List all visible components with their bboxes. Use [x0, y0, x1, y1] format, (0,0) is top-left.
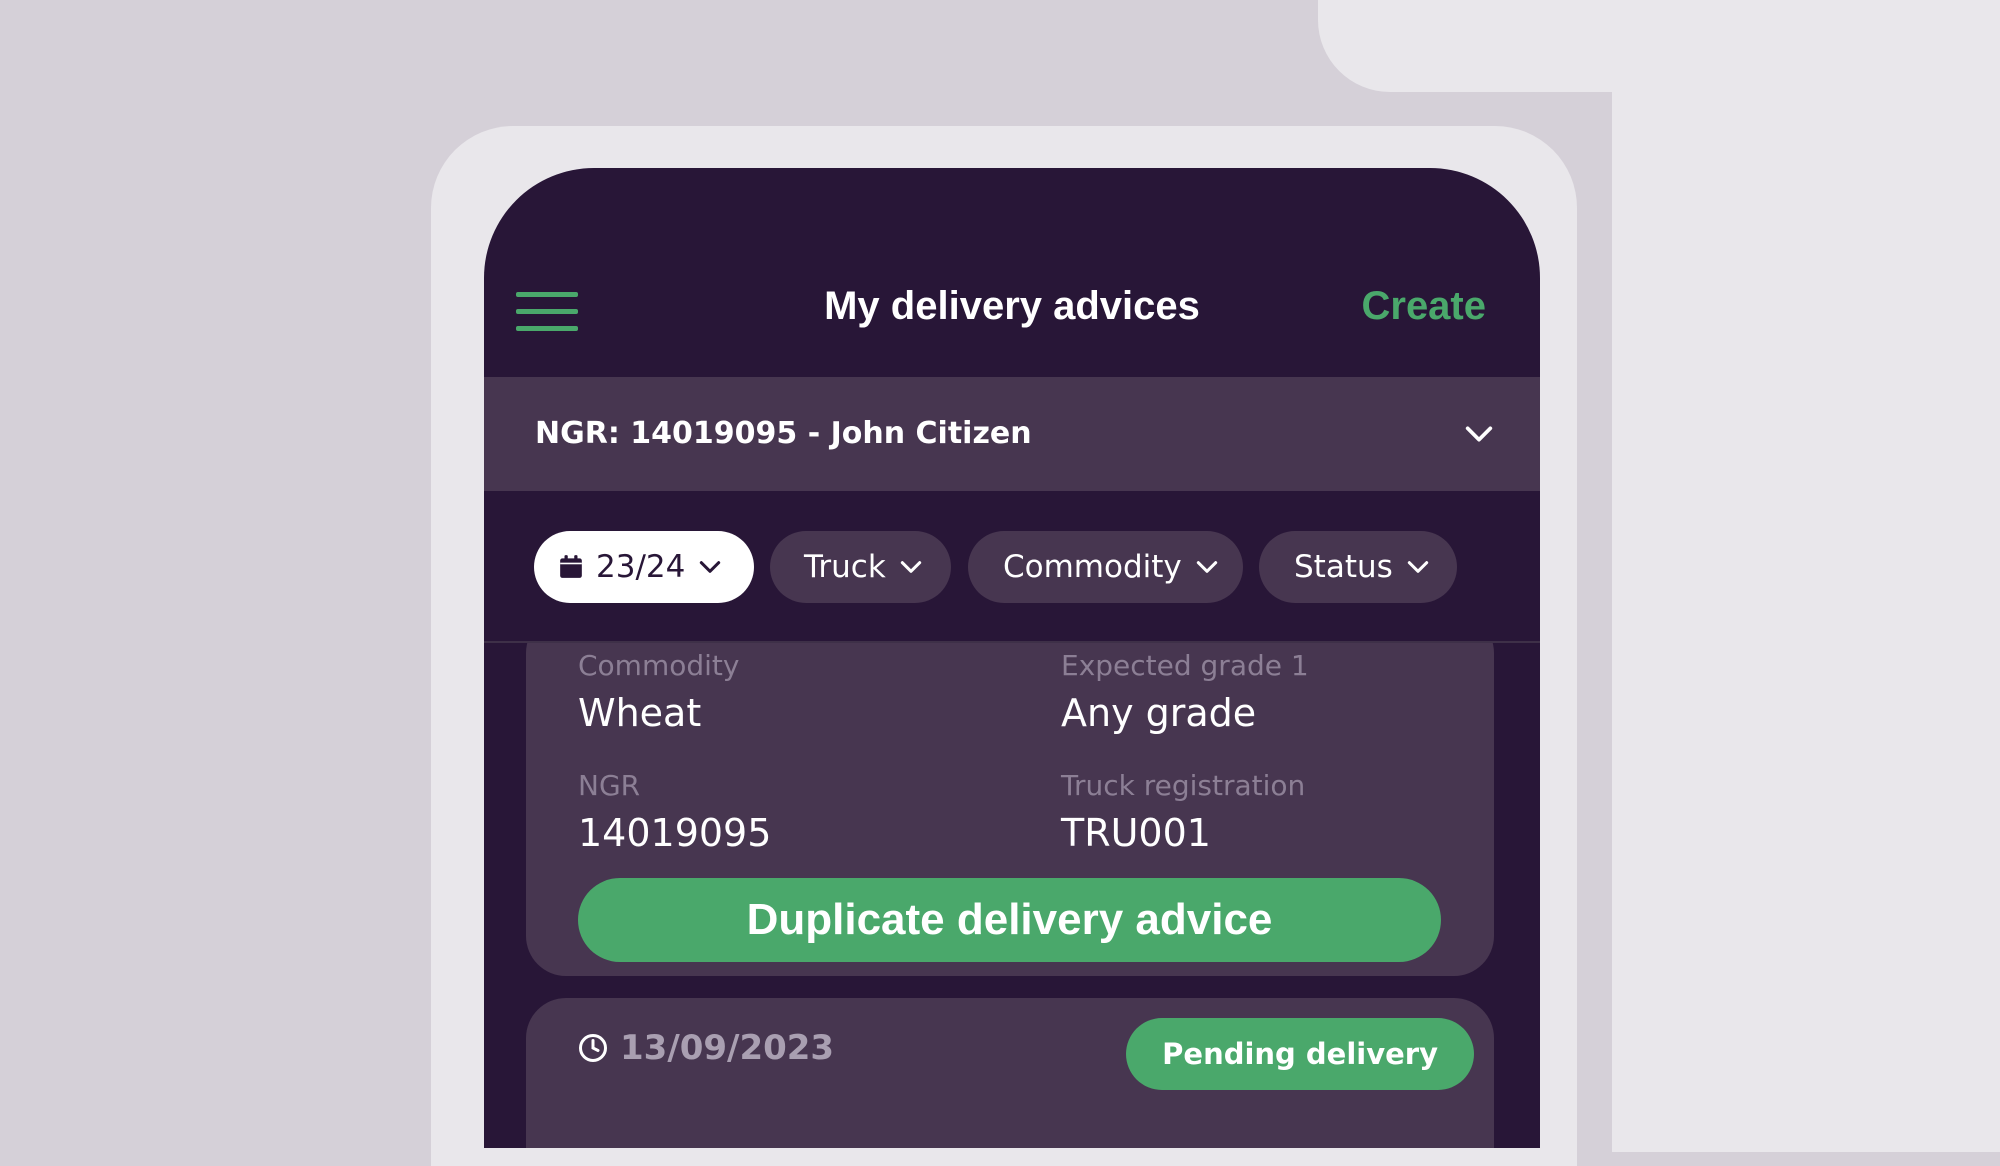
filter-chip-status-label: Status: [1294, 549, 1393, 585]
create-button[interactable]: Create: [1361, 284, 1486, 329]
calendar-icon: [560, 555, 582, 578]
delivery-list[interactable]: Commodity Wheat Expected grade 1 Any gra…: [484, 643, 1540, 1148]
background-panel: [1612, 92, 2000, 1152]
filter-chip-truck[interactable]: Truck: [770, 531, 951, 603]
expected-grade-value: Any grade: [1061, 691, 1257, 735]
expected-grade-label: Expected grade 1: [1061, 649, 1309, 682]
filter-chip-status[interactable]: Status: [1259, 531, 1457, 603]
phone-screen: My delivery advices Create NGR: 14019095…: [484, 168, 1540, 1148]
chevron-down-icon: [1407, 561, 1428, 573]
filter-chip-season-label: 23/24: [596, 549, 686, 585]
commodity-value: Wheat: [578, 691, 702, 735]
chevron-down-icon: [1465, 426, 1493, 442]
filter-chip-commodity-label: Commodity: [1003, 549, 1182, 585]
delivery-date: 13/09/2023: [578, 1028, 834, 1068]
filter-chip-commodity[interactable]: Commodity: [968, 531, 1243, 603]
ngr-selector-label: NGR: 14019095 - John Citizen: [535, 416, 1032, 451]
status-badge: Pending delivery: [1126, 1018, 1474, 1090]
ngr-selector[interactable]: NGR: 14019095 - John Citizen: [484, 377, 1540, 491]
chevron-down-icon: [700, 561, 721, 573]
app-header: My delivery advices Create: [484, 168, 1540, 378]
truck-registration-value: TRU001: [1061, 811, 1211, 855]
commodity-label: Commodity: [578, 649, 740, 682]
ngr-value: 14019095: [578, 811, 772, 855]
chevron-down-icon: [900, 561, 921, 573]
background-tab-shape: [1318, 0, 2000, 92]
clock-icon: [579, 1034, 607, 1062]
delivery-advice-card: Commodity Wheat Expected grade 1 Any gra…: [526, 643, 1494, 976]
delivery-date-text: 13/09/2023: [620, 1028, 835, 1068]
duplicate-delivery-advice-button[interactable]: Duplicate delivery advice: [578, 878, 1441, 962]
ngr-label: NGR: [578, 769, 641, 802]
filter-bar: 23/24 Truck Commodity Status: [484, 491, 1540, 643]
filter-chip-season[interactable]: 23/24: [534, 531, 754, 603]
chevron-down-icon: [1196, 561, 1217, 573]
truck-registration-label: Truck registration: [1061, 769, 1306, 802]
filter-chip-truck-label: Truck: [804, 549, 886, 585]
